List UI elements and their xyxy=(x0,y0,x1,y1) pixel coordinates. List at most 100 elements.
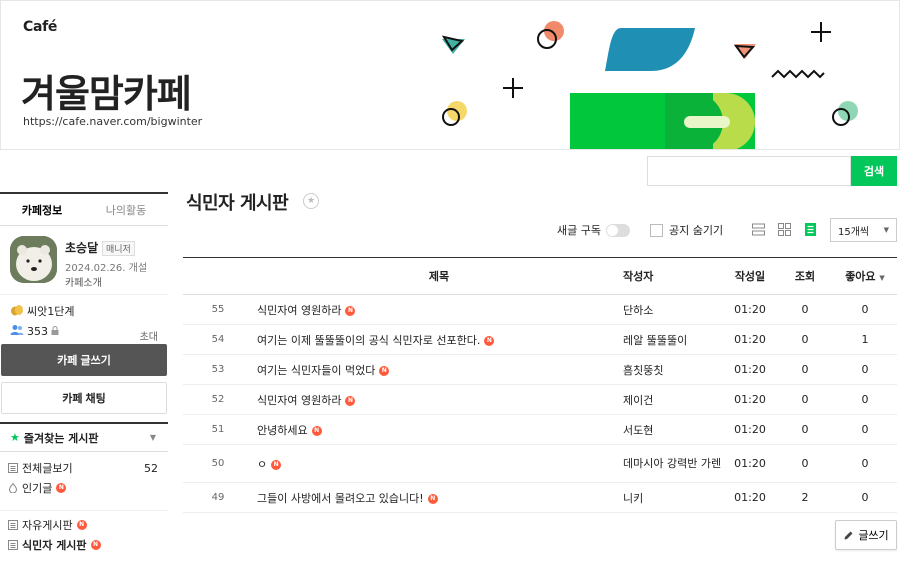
pencil-icon xyxy=(844,531,853,539)
new-badge: N xyxy=(345,305,356,316)
board-icon xyxy=(8,520,18,530)
post-writer[interactable]: 서도현 xyxy=(621,415,723,445)
manager-role-badge: 매니저 xyxy=(102,241,135,256)
col-writer: 작성자 xyxy=(623,270,654,283)
post-title-cell: 식민자여 영원하라 N xyxy=(253,385,621,415)
subscribe-label: 새글 구독 xyxy=(557,224,601,237)
avatar[interactable] xyxy=(10,236,57,283)
post-views: 0 xyxy=(801,303,809,316)
favorite-boards-header[interactable]: ★ 즐겨찾는 게시판 ▼ xyxy=(0,422,168,452)
toggle-switch[interactable] xyxy=(605,223,630,237)
banner-decoration xyxy=(441,21,858,149)
post-views: 0 xyxy=(801,363,809,376)
col-no xyxy=(183,258,253,295)
menu-item-label: 식민자 게시판 xyxy=(22,539,87,552)
search-input[interactable] xyxy=(647,156,851,186)
post-title-cell: ㅇN xyxy=(253,445,621,483)
cafe-chat-button[interactable]: 카페 채팅 xyxy=(1,382,167,414)
post-writer[interactable]: 제이건 xyxy=(621,385,723,415)
list-view-icon[interactable] xyxy=(751,222,766,237)
chevron-down-icon[interactable]: ▼ xyxy=(150,433,156,442)
table-row: 50 ㅇN 데마시아 강력반 가렌 01:20 0 0 xyxy=(183,445,897,483)
member-count-value: 353 xyxy=(27,324,48,338)
post-views: 0 xyxy=(801,423,809,436)
cafe-open-date: 2024.02.26. 개설 xyxy=(65,263,148,274)
table-row: 49 그들이 사방에서 몰려오고 있습니다! N 니키 01:20 2 0 xyxy=(183,483,897,513)
post-writer[interactable]: 레알 뚤뚤뚤이 xyxy=(621,325,723,355)
hide-notice-checkbox[interactable]: 공지 숨기기 xyxy=(650,217,723,243)
post-number: 55 xyxy=(211,304,225,315)
post-title-cell: 안녕하세요 N xyxy=(253,415,621,445)
post-writer[interactable]: 데마시아 강력반 가렌 xyxy=(621,445,723,483)
table-row: 53 여기는 식민자들이 먹었다 N 흠칫뚱칫 01:20 0 0 xyxy=(183,355,897,385)
table-header: 제목 작성자 작성일 조회 좋아요 ▼ xyxy=(183,257,897,295)
menu-item-all-posts[interactable]: 전체글보기 52 xyxy=(0,458,168,478)
table-row: 54 여기는 이제 뚤뚤뚤이의 공식 식민자로 선포한다. N 레알 뚤뚤뚤이 0… xyxy=(183,325,897,355)
search-button[interactable]: 검색 xyxy=(851,156,897,186)
col-title: 제목 xyxy=(428,270,450,283)
post-date: 01:20 xyxy=(734,333,766,346)
post-writer[interactable]: 단하소 xyxy=(621,295,723,325)
menu-item-colonist-board[interactable]: 식민자 게시판 N xyxy=(0,535,168,555)
post-date: 01:20 xyxy=(734,423,766,436)
new-badge: N xyxy=(379,365,390,376)
cafe-banner: Café 겨울맘카페 https://cafe.naver.com/bigwin… xyxy=(0,0,900,150)
per-page-select[interactable]: 15개씩 ▼ xyxy=(830,218,897,242)
checkbox[interactable] xyxy=(650,223,663,237)
post-likes: 0 xyxy=(861,393,869,406)
post-title-link[interactable]: 여기는 식민자들이 먹었다 xyxy=(257,364,375,377)
write-post-button[interactable]: 글쓰기 xyxy=(835,520,897,550)
new-badge: N xyxy=(56,483,67,493)
cafe-intro-link[interactable]: 카페소개 xyxy=(65,274,102,289)
cafe-stats: 씨앗1단계 353 초대 xyxy=(0,294,168,344)
tab-my-activity[interactable]: 나의활동 xyxy=(84,194,168,225)
post-title-link[interactable]: 안녕하세요 xyxy=(257,424,308,437)
favorite-boards-label: 즐겨찾는 게시판 xyxy=(23,431,99,445)
subscribe-toggle[interactable]: 새글 구독 xyxy=(557,217,630,243)
new-badge: N xyxy=(271,459,282,470)
table-row: 55 식민자여 영원하라 N 단하소 01:20 0 0 xyxy=(183,295,897,325)
cafe-write-button[interactable]: 카페 글쓰기 xyxy=(1,344,167,376)
manager-profile: 초승달 매니저 2024.02.26. 개설 카페소개 xyxy=(0,226,168,294)
view-mode-switcher xyxy=(751,222,818,237)
col-date: 작성일 xyxy=(734,270,766,283)
post-likes: 0 xyxy=(861,491,869,504)
members-icon xyxy=(10,324,24,339)
post-title-link[interactable]: ㅇ xyxy=(257,458,267,471)
invite-link[interactable]: 초대 xyxy=(140,328,158,343)
post-date: 01:20 xyxy=(734,303,766,316)
post-date: 01:20 xyxy=(734,491,766,504)
post-title-link[interactable]: 그들이 사방에서 몰려오고 있습니다! xyxy=(257,492,424,505)
member-count[interactable]: 353 xyxy=(10,321,158,341)
sort-down-icon: ▼ xyxy=(879,274,885,282)
menu-item-free-board[interactable]: 자유게시판 N xyxy=(0,515,168,535)
post-number: 53 xyxy=(211,364,225,375)
post-likes: 0 xyxy=(861,457,869,470)
col-likes[interactable]: 좋아요 ▼ xyxy=(833,258,897,295)
post-views: 0 xyxy=(801,333,809,346)
post-number: 52 xyxy=(211,394,225,405)
manager-name[interactable]: 초승달 xyxy=(65,239,98,256)
text-view-icon[interactable] xyxy=(803,222,818,237)
new-badge: N xyxy=(90,540,101,550)
post-title-link[interactable]: 식민자여 영원하라 xyxy=(257,304,341,317)
menu-item-popular[interactable]: 인기글 N xyxy=(0,478,168,498)
fire-icon xyxy=(8,483,18,493)
cafe-level[interactable]: 씨앗1단계 xyxy=(10,301,158,321)
col-views: 조회 xyxy=(794,270,816,283)
table-row: 51 안녕하세요 N 서도현 01:20 0 0 xyxy=(183,415,897,445)
post-title-link[interactable]: 여기는 이제 뚤뚤뚤이의 공식 식민자로 선포한다. xyxy=(257,334,480,347)
star-icon: ★ xyxy=(10,431,20,444)
post-title-cell: 여기는 이제 뚤뚤뚤이의 공식 식민자로 선포한다. N xyxy=(253,325,621,355)
post-writer[interactable]: 니키 xyxy=(621,483,723,513)
post-writer[interactable]: 흠칫뚱칫 xyxy=(621,355,723,385)
chevron-down-icon: ▼ xyxy=(883,226,889,234)
new-badge: N xyxy=(345,395,356,406)
star-icon[interactable]: ★ xyxy=(303,193,319,209)
tab-cafe-info[interactable]: 카페정보 xyxy=(0,194,84,225)
likes-header-label: 좋아요 xyxy=(845,270,876,283)
post-likes: 0 xyxy=(861,423,869,436)
post-title-link[interactable]: 식민자여 영원하라 xyxy=(257,394,341,407)
grid-view-icon[interactable] xyxy=(777,222,792,237)
post-number: 51 xyxy=(211,424,225,435)
